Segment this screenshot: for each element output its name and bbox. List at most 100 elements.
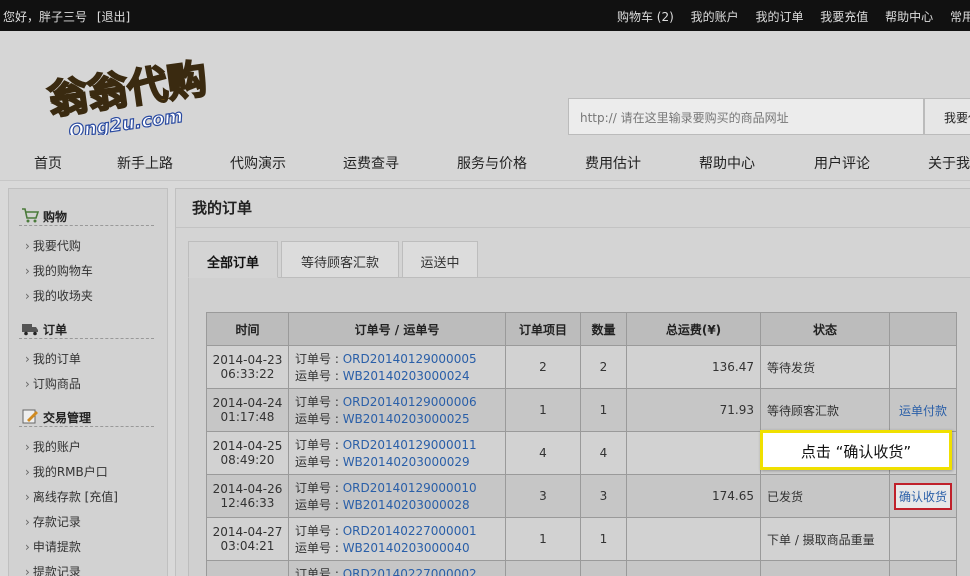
- sidebar-section-shopping: 购物: [19, 206, 154, 226]
- waybill-number-link[interactable]: WB20140203000025: [343, 412, 470, 426]
- action-cell: 运单付款: [889, 388, 957, 432]
- col-quantity: 数量: [580, 312, 627, 346]
- tab-in-transit[interactable]: 运送中: [402, 241, 478, 278]
- waybill-number-link[interactable]: WB20140203000040: [343, 541, 470, 555]
- main-panel: 我的订单 全部订单 等待顾客汇款 运送中 时间 订单号 / 运单号 订单项目 数…: [175, 188, 970, 576]
- col-total-fee: 总运费(¥): [626, 312, 761, 346]
- nav-reviews[interactable]: 用户评论: [814, 153, 870, 173]
- time-cell: 2014-04-25 08:49:20: [206, 431, 289, 475]
- time-cell: 2014-04-27 03:04:21: [206, 517, 289, 561]
- site-logo[interactable]: 翁翁代购 Ong2u.com: [42, 45, 272, 135]
- sidebar-section-title: 购物: [43, 210, 68, 224]
- cart-link[interactable]: 购物车 (2): [617, 10, 674, 24]
- truck-icon: [22, 324, 38, 336]
- order-cell: 订单号 : ORD20140129000006 运单号 : WB20140203…: [288, 388, 506, 432]
- time-cell: 2014-04-24 01:17:48: [206, 388, 289, 432]
- divider: [176, 227, 970, 228]
- sidebar-item-deposit-records[interactable]: 存款记录: [25, 513, 81, 530]
- sidebar-item-favorites[interactable]: 我的收场夹: [25, 287, 93, 304]
- qty-cell: 2: [580, 345, 627, 389]
- fee-cell: 174.65: [626, 474, 761, 518]
- search-button[interactable]: 我要代购: [924, 98, 970, 135]
- sidebar-item-withdraw[interactable]: 申请提款: [25, 538, 81, 555]
- action-cell: [889, 345, 957, 389]
- nav-home[interactable]: 首页: [34, 153, 62, 173]
- nav-shipping-query[interactable]: 运费查寻: [343, 153, 399, 173]
- status-cell: 下单 / 摄取商品重量: [760, 560, 890, 576]
- confirm-receipt-button[interactable]: 确认收货: [893, 482, 952, 510]
- waybill-number-link[interactable]: WB20140203000024: [343, 369, 470, 383]
- sidebar-item-my-orders[interactable]: 我的订单: [25, 350, 81, 367]
- order-number-link[interactable]: ORD20140129000006: [343, 395, 477, 409]
- items-cell: 1: [505, 388, 581, 432]
- col-time: 时间: [206, 312, 289, 346]
- waybill-number-link[interactable]: WB20140203000029: [343, 455, 470, 469]
- fee-cell: [626, 517, 761, 561]
- edit-icon: [22, 409, 38, 424]
- fee-cell: [626, 431, 761, 475]
- my-orders-link[interactable]: 我的订单: [755, 10, 803, 24]
- cart-icon: [22, 208, 39, 223]
- top-bar: 您好，胖子三号 [退出] 购物车 (2) 我的账户 我的订单 我要充值 帮助中心…: [0, 0, 970, 31]
- pay-waybill-link[interactable]: 运单付款: [899, 404, 947, 418]
- logout-link[interactable]: [退出]: [97, 10, 130, 24]
- order-number-link[interactable]: ORD20140227000002: [343, 567, 477, 576]
- url-search-input[interactable]: http:// 请在这里输录要购买的商品网址: [568, 98, 924, 135]
- order-number-link[interactable]: ORD20140129000010: [343, 481, 477, 495]
- sidebar-item-my-account[interactable]: 我的账户: [25, 438, 81, 455]
- status-cell: 等待顾客汇款: [760, 388, 890, 432]
- action-cell: 确认收货: [889, 474, 957, 518]
- action-cell: [889, 517, 957, 561]
- sidebar-section-title: 订单: [43, 323, 68, 337]
- action-cell: [889, 560, 957, 576]
- sidebar-item-withdraw-records[interactable]: 提款记录: [25, 563, 81, 576]
- order-cell: 订单号 : ORD20140227000002 运单号 :: [288, 560, 506, 576]
- order-number-link[interactable]: ORD20140227000001: [343, 524, 477, 538]
- sidebar-item-cart[interactable]: 我的购物车: [25, 262, 93, 279]
- table-row: 2014-04-27 订单号 : ORD20140227000002 运单号 :…: [206, 560, 957, 576]
- time-cell: 2014-04-27: [206, 560, 289, 576]
- table-row: 2014-04-27 03:04:21 订单号 : ORD201402270000…: [206, 517, 957, 561]
- nav-beginner[interactable]: 新手上路: [117, 153, 173, 173]
- nav-fee-estimate[interactable]: 费用估计: [585, 153, 641, 173]
- items-cell: 4: [505, 431, 581, 475]
- sidebar-section-orders: 订单: [19, 319, 154, 339]
- nav-help-center[interactable]: 帮助中心: [699, 153, 755, 173]
- main-nav: 首页 新手上路 代购演示 运费查寻 服务与价格 费用估计 帮助中心 用户评论 关…: [0, 144, 970, 181]
- order-cell: 订单号 : ORD20140227000001 运单号 : WB20140203…: [288, 517, 506, 561]
- nav-demo[interactable]: 代购演示: [230, 153, 286, 173]
- order-number-link[interactable]: ORD20140129000005: [343, 352, 477, 366]
- time-cell: 2014-04-23 06:33:22: [206, 345, 289, 389]
- help-center-link[interactable]: 帮助中心: [885, 10, 933, 24]
- fee-cell: 71.93: [626, 388, 761, 432]
- status-cell: 等待发货: [760, 345, 890, 389]
- waybill-number-link[interactable]: WB20140203000028: [343, 498, 470, 512]
- items-cell: 2: [505, 345, 581, 389]
- qty-cell: 3: [580, 474, 627, 518]
- sidebar-item-buy-for-me[interactable]: 我要代购: [25, 237, 81, 254]
- table-header-row: 时间 订单号 / 运单号 订单项目 数量 总运费(¥) 状态: [206, 312, 957, 346]
- status-cell: 已发货: [760, 474, 890, 518]
- tab-all-orders[interactable]: 全部订单: [188, 241, 278, 278]
- fee-cell: 136.47: [626, 345, 761, 389]
- sidebar-item-order-goods[interactable]: 订购商品: [25, 375, 81, 392]
- recharge-link[interactable]: 我要充值: [820, 10, 868, 24]
- items-cell: 1: [505, 517, 581, 561]
- order-number-link[interactable]: ORD20140129000011: [343, 438, 477, 452]
- my-account-link[interactable]: 我的账户: [691, 10, 739, 24]
- greeting-text: 您好，胖子三号: [3, 10, 88, 24]
- status-cell: 下单 / 摄取商品重量: [760, 517, 890, 561]
- table-row: 2014-04-23 06:33:22 订单号 : ORD201401290000…: [206, 345, 957, 389]
- order-cell: 订单号 : ORD20140129000005 运单号 : WB20140203…: [288, 345, 506, 389]
- items-cell: 3: [505, 474, 581, 518]
- common-link[interactable]: 常用: [950, 10, 970, 24]
- col-status: 状态: [760, 312, 890, 346]
- nav-about[interactable]: 关于我们: [928, 153, 970, 173]
- tab-awaiting-payment[interactable]: 等待顾客汇款: [281, 241, 399, 278]
- items-cell: [505, 560, 581, 576]
- col-order-items: 订单项目: [505, 312, 581, 346]
- qty-cell: [580, 560, 627, 576]
- sidebar-item-offline-deposit[interactable]: 离线存款 [充值]: [25, 488, 118, 505]
- nav-services-pricing[interactable]: 服务与价格: [457, 153, 527, 173]
- sidebar-item-rmb-account[interactable]: 我的RMB户口: [25, 463, 108, 480]
